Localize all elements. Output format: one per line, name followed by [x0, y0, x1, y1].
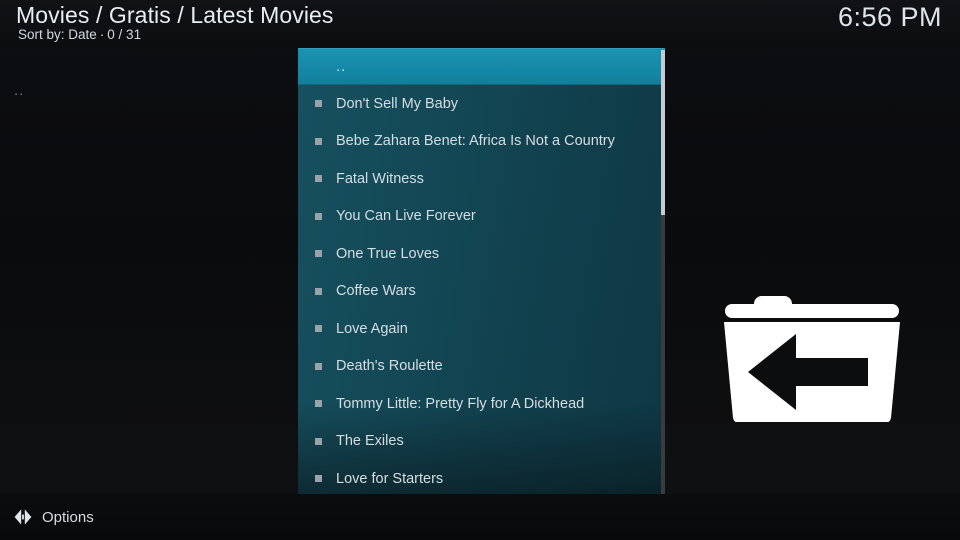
bullet-icon — [315, 100, 322, 108]
clock: 6:56 PM — [837, 2, 942, 32]
list-item-label: Fatal Witness — [336, 170, 424, 187]
list-item-label: Death's Roulette — [336, 358, 443, 375]
list-item[interactable]: Death's Roulette — [298, 348, 665, 386]
list-item-label: Bebe Zahara Benet: Africa Is Not a Count… — [336, 133, 615, 150]
list-item-label: Love for Starters — [336, 470, 444, 487]
bullet-icon — [315, 250, 322, 258]
bullet-icon — [315, 325, 322, 333]
header-bar: Movies / Gratis / Latest Movies Sort by:… — [0, 0, 960, 48]
left-right-arrows-icon — [12, 506, 34, 528]
list-scrollbar-thumb[interactable] — [661, 50, 665, 215]
list-item-label: You Can Live Forever — [336, 208, 476, 225]
bullet-icon — [315, 400, 322, 408]
list-item[interactable]: Don't Sell My Baby — [298, 85, 665, 123]
list-item-label: .. — [336, 58, 347, 75]
options-button[interactable]: Options — [8, 502, 94, 532]
list-item[interactable]: You Can Live Forever — [298, 198, 665, 236]
bullet-icon — [315, 137, 322, 145]
list-item-label: The Exiles — [336, 433, 404, 450]
list-item[interactable]: The Exiles — [298, 423, 665, 461]
list-item-label: Don't Sell My Baby — [336, 95, 459, 112]
sidebar-updir-label[interactable]: .. — [14, 82, 24, 99]
bullet-icon — [315, 287, 322, 295]
bullet-icon — [315, 362, 322, 370]
file-list: .. Don't Sell My Baby Bebe Zahara Benet: A… — [298, 48, 665, 498]
bullet-icon — [315, 437, 322, 445]
folder-back-icon — [718, 282, 906, 424]
list-item[interactable]: Tommy Little: Pretty Fly for A Dickhead — [298, 385, 665, 423]
sort-label: Sort by: Date — [18, 27, 97, 42]
list-item-label: Coffee Wars — [336, 283, 416, 300]
item-count: 0 / 31 — [107, 27, 142, 42]
bullet-icon — [315, 475, 322, 483]
breadcrumb-title: Movies / Gratis / Latest Movies — [16, 2, 334, 28]
bullet-icon — [315, 175, 322, 183]
kodi-file-browser-screen: Movies / Gratis / Latest Movies Sort by:… — [0, 0, 960, 540]
options-label: Options — [42, 508, 94, 526]
list-item[interactable]: One True Loves — [298, 235, 665, 273]
list-item[interactable]: Love Again — [298, 310, 665, 348]
list-item-label: One True Loves — [336, 245, 440, 262]
list-item[interactable]: Coffee Wars — [298, 273, 665, 311]
file-list-panel: .. Don't Sell My Baby Bebe Zahara Benet: A… — [298, 48, 665, 540]
list-item-selected[interactable]: .. — [298, 48, 665, 85]
list-item-label: Love Again — [336, 320, 408, 337]
sort-status: Sort by: Date · 0 / 31 — [18, 27, 141, 42]
list-item[interactable]: Bebe Zahara Benet: Africa Is Not a Count… — [298, 123, 665, 161]
list-item[interactable]: Fatal Witness — [298, 160, 665, 198]
footer-bar: Options — [0, 494, 960, 540]
list-item[interactable]: Love for Starters — [298, 460, 665, 498]
bullet-icon — [315, 212, 322, 220]
list-item-label: Tommy Little: Pretty Fly for A Dickhead — [336, 395, 585, 412]
separator-dot: · — [99, 27, 105, 42]
